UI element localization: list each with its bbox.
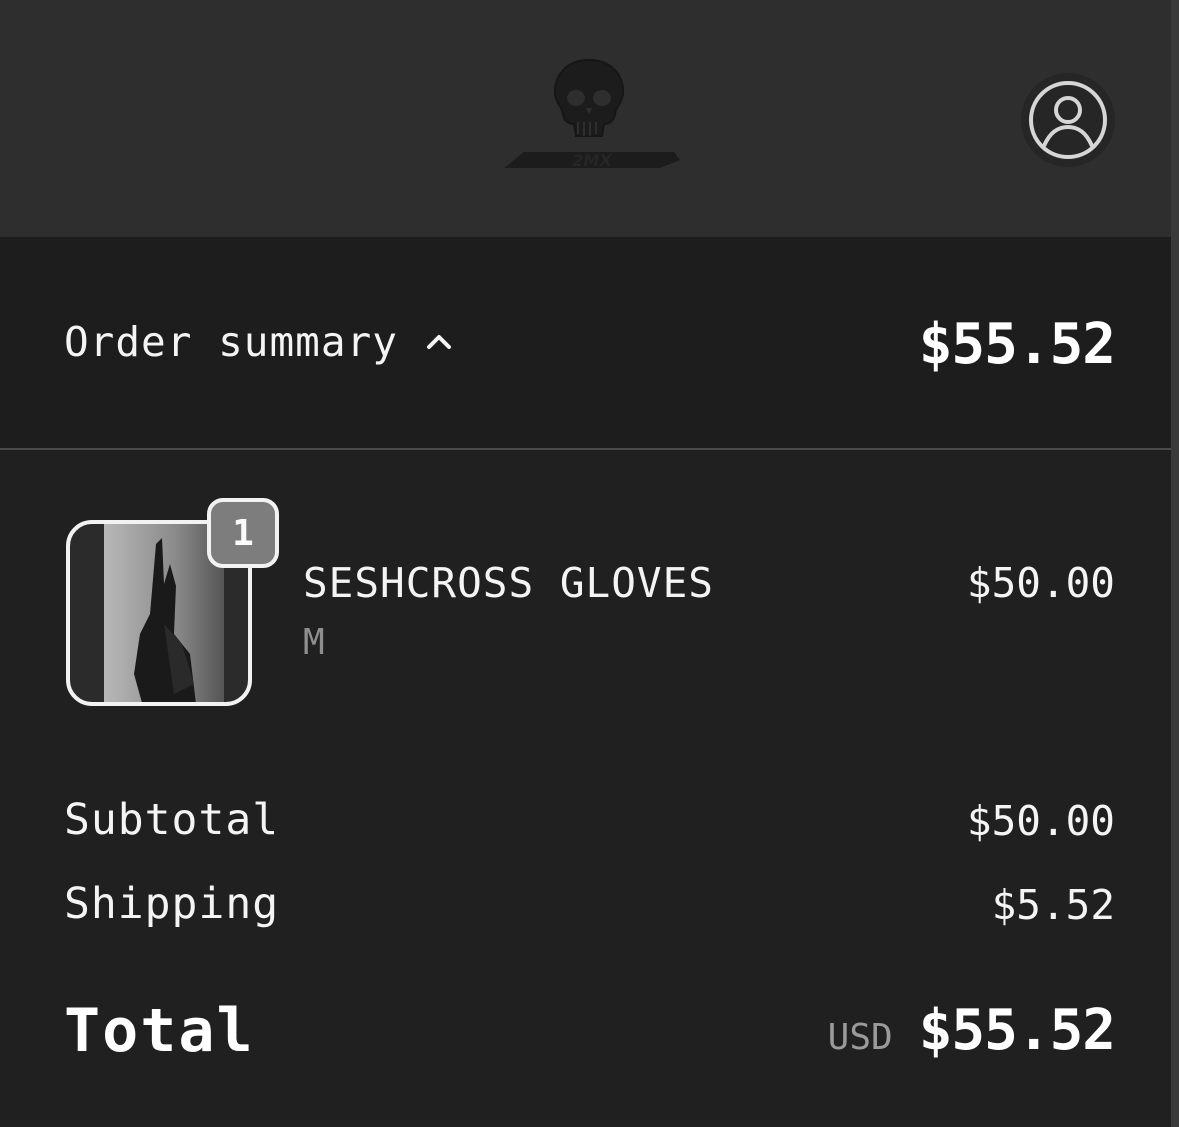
shipping-value: $5.52: [991, 881, 1115, 929]
order-summary-toggle[interactable]: Order summary: [64, 318, 454, 366]
line-item-variant: M: [303, 622, 325, 663]
currency-code: USD: [827, 1017, 893, 1058]
user-circle-icon: [1029, 81, 1107, 159]
line-item-name: SESHCROSS GLOVES: [303, 559, 714, 607]
account-button[interactable]: [1021, 73, 1115, 167]
shipping-label: Shipping: [64, 879, 280, 929]
total-label: Total: [64, 996, 255, 1066]
subtotal-value: $50.00: [966, 797, 1115, 845]
line-item-price: $50.00: [966, 559, 1115, 607]
chevron-up-icon: [426, 335, 451, 349]
grand-total: $55.52: [918, 998, 1116, 1063]
quantity-badge: 1: [207, 498, 279, 568]
subtotal-label: Subtotal: [64, 795, 280, 845]
order-summary-label: Order summary: [64, 318, 398, 366]
gloves-photo: [104, 524, 224, 702]
site-header: 2MX: [0, 0, 1179, 237]
order-summary-amount: $55.52: [918, 312, 1116, 377]
scrollbar[interactable]: [1171, 0, 1179, 1127]
skull-logo[interactable]: 2MX: [494, 56, 684, 176]
total-amount: USD $55.52: [827, 998, 1116, 1063]
svg-text:2MX: 2MX: [572, 151, 612, 170]
